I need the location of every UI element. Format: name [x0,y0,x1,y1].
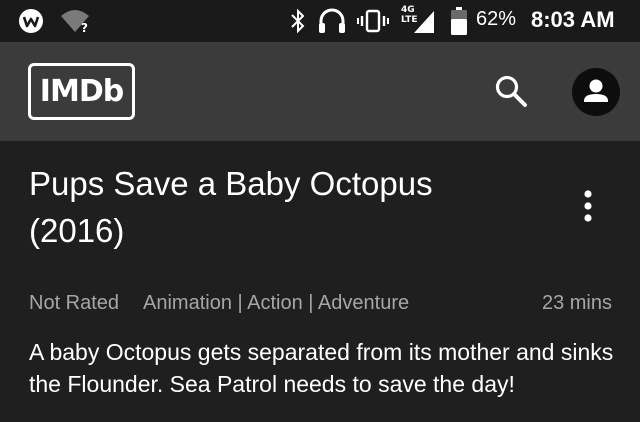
title-name: Pups Save a Baby Octopus [29,165,433,202]
vibrate-icon [357,8,389,39]
search-icon [493,75,529,113]
app-w-icon [18,8,44,39]
content-rating: Not Rated [29,292,120,314]
app-bar: IMDb [0,42,640,141]
more-options-button[interactable] [576,186,600,230]
account-button[interactable] [572,68,620,116]
plot-summary: A baby Octopus gets separated from its m… [29,339,614,397]
imdb-logo[interactable]: IMDb [28,63,135,120]
battery-icon [451,7,467,40]
svg-text:LTE: LTE [401,15,418,25]
more-vert-icon [576,190,600,234]
title-heading: Pups Save a Baby Octopus (2016) [29,160,549,254]
battery-percentage: 62% [476,8,517,30]
svg-text:4G: 4G [401,5,415,15]
wifi-question-icon: ? [60,10,90,39]
title-year: (2016) [29,212,125,249]
genre-list: Animation | Action | Adventure [143,292,410,314]
runtime: 23 mins [541,292,612,314]
status-bar: ? 4G LTE 62% 8:03 AM [0,0,640,42]
bluetooth-icon [290,8,306,39]
headset-icon [317,8,347,39]
signal-icon: 4G LTE [400,2,436,41]
search-button[interactable] [493,73,529,109]
account-icon [572,79,620,120]
svg-text:?: ? [81,21,88,34]
status-clock: 8:03 AM [531,7,615,32]
